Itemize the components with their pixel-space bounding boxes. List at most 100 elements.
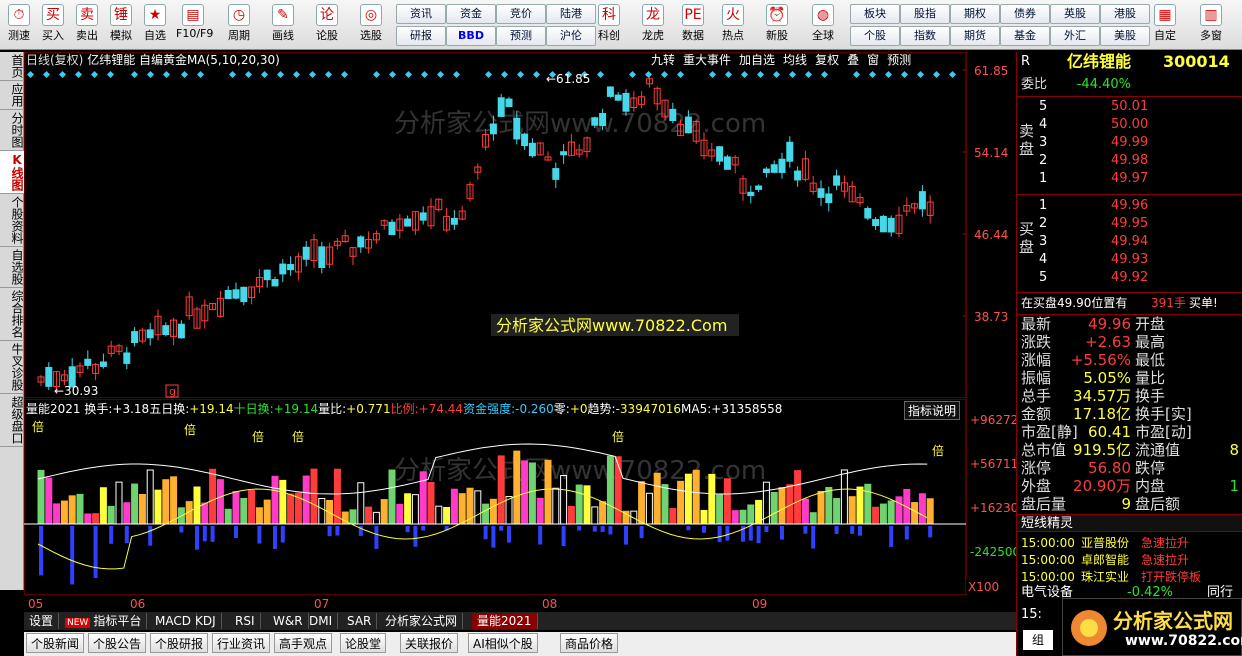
left-tab-4[interactable]: 个股资料 <box>0 194 24 247</box>
left-tab-3[interactable]: K线图 <box>0 151 24 194</box>
toolbar-11[interactable]: 龙龙虎 <box>636 2 670 48</box>
indicator-tab-6[interactable]: DMI <box>304 613 339 629</box>
toolbar-5[interactable]: ▤ F10/F9 <box>176 2 213 48</box>
quick-btn2-5[interactable]: 指数 <box>900 26 950 46</box>
left-tab-5[interactable]: 自选股 <box>0 247 24 288</box>
toolbar-13[interactable]: 火热点 <box>716 2 750 48</box>
toolbar-2[interactable]: 卖卖出 <box>70 2 104 48</box>
indicator-tab-4[interactable]: RSI <box>230 613 261 629</box>
kline-option-7[interactable]: 预测 <box>884 53 915 67</box>
quick-btn2-6[interactable]: 期货 <box>950 26 1000 46</box>
kline-option-2[interactable]: 加自选 <box>736 53 779 67</box>
quick-btn-1[interactable]: 资金 <box>446 4 496 24</box>
left-tab-0[interactable]: 首页 <box>0 52 24 81</box>
toolbar-6[interactable]: ◷ 周期 <box>222 2 256 48</box>
notice-row[interactable]: 在买盘49.90位置有 391手 买单! <box>1017 294 1242 312</box>
quick-btn-5[interactable]: 股指 <box>900 4 950 24</box>
toolbar-3[interactable]: 锤模拟 <box>104 2 138 48</box>
kline-option-6[interactable]: 窗 <box>864 53 883 67</box>
info-tab-7[interactable]: AI相似个股 <box>468 633 538 653</box>
formula-label[interactable]: 自编黄金MA(5,10,20,30) <box>139 53 280 67</box>
left-tab-1[interactable]: 应用 <box>0 81 24 110</box>
info-tab-5[interactable]: 论股堂 <box>340 633 387 653</box>
quick-btn-9[interactable]: 港股 <box>1100 4 1150 24</box>
buy-price: 49.93 <box>1111 252 1149 267</box>
stat-label: 金额 <box>1021 405 1052 423</box>
buy-row[interactable]: 3 49.94 <box>1017 233 1242 251</box>
info-tab-1[interactable]: 个股公告 <box>88 633 147 653</box>
left-tab-2[interactable]: 分时图 <box>0 110 24 151</box>
toolbar-10[interactable]: 科科创 <box>592 2 626 48</box>
quick-btn-2[interactable]: 竞价 <box>496 4 546 24</box>
indicator-panel[interactable]: 分析家公式网www.70822.com倍倍倍倍倍倍+962723+567116+… <box>24 399 1016 595</box>
toolbar-8[interactable]: 论论股 <box>310 2 344 48</box>
sell-row[interactable]: 3 49.99 <box>1017 134 1242 152</box>
toolbar-14[interactable]: ⏰ 新股 <box>760 2 794 48</box>
buy-row[interactable]: 5 49.92 <box>1017 269 1242 287</box>
quick-btn2-0[interactable]: 研报 <box>396 26 446 46</box>
toolbar-15[interactable]: ◍ 全球 <box>806 2 840 48</box>
quick-btn-6[interactable]: 期权 <box>950 4 1000 24</box>
period-label[interactable]: 日线(复权) <box>26 53 83 67</box>
buy-row[interactable]: 1 49.96 <box>1017 197 1242 215</box>
quick-btn-0[interactable]: 资讯 <box>396 4 446 24</box>
quick-btn-3[interactable]: 陆港 <box>546 4 596 24</box>
toolbar-1[interactable]: 买买入 <box>36 2 70 48</box>
indicator-chart[interactable]: 分析家公式网www.70822.com倍倍倍倍倍倍+962723+567116+… <box>24 399 1016 595</box>
toolbar-7[interactable]: ✎ 画线 <box>266 2 300 48</box>
kline-option-4[interactable]: 复权 <box>812 53 843 67</box>
short-item[interactable]: 15:00:00 亚普股份 急速拉升 <box>1017 534 1242 552</box>
quick-btn2-3[interactable]: 沪伦 <box>546 26 596 46</box>
buy-row[interactable]: 4 49.93 <box>1017 251 1242 269</box>
quick-btn2-4[interactable]: 个股 <box>850 26 900 46</box>
left-tab-8[interactable]: 超级盘口 <box>0 394 24 447</box>
g-marker[interactable]: g <box>169 385 176 398</box>
quick-btn2-8[interactable]: 外汇 <box>1050 26 1100 46</box>
left-tab-7[interactable]: 牛叉诊股 <box>0 341 24 394</box>
buy-row[interactable]: 2 49.95 <box>1017 215 1242 233</box>
kline-option-5[interactable]: 叠 <box>844 53 863 67</box>
kline-option-0[interactable]: 九转 <box>648 53 679 67</box>
panel-bottom-button[interactable]: 组 <box>1023 630 1053 650</box>
info-tab-8[interactable]: 商品价格 <box>560 633 619 653</box>
info-tab-3[interactable]: 行业资讯 <box>212 633 271 653</box>
neg-bar <box>491 526 496 548</box>
quick-btn2-7[interactable]: 基金 <box>1000 26 1050 46</box>
left-tab-6[interactable]: 综合排名 <box>0 288 24 341</box>
info-tab-4[interactable]: 高手观点 <box>274 633 333 653</box>
toolbar-4[interactable]: ★ 自选 <box>138 2 172 48</box>
kline-chart[interactable]: 分析家公式网www.70822.com ←61.85 ←30.93 g 分析家公式网ww… <box>24 52 1016 398</box>
sell-row[interactable]: 2 49.98 <box>1017 152 1242 170</box>
info-tab-2[interactable]: 个股研报 <box>150 633 209 653</box>
sell-row[interactable]: 1 49.97 <box>1017 170 1242 188</box>
indicator-tab-9[interactable]: 量能2021 <box>472 613 538 629</box>
toolbar-9[interactable]: ◎ 选股 <box>354 2 388 48</box>
quick-btn-8[interactable]: 英股 <box>1050 4 1100 24</box>
sell-row[interactable]: 4 50.00 <box>1017 116 1242 134</box>
kline-panel[interactable]: 分析家公式网www.70822.com ←61.85 ←30.93 g 分析家公式网ww… <box>24 52 1016 398</box>
toolbar-12[interactable]: PE 数据 <box>676 2 710 48</box>
quick-btn-4[interactable]: 板块 <box>850 4 900 24</box>
short-item[interactable]: 15:00:00 卓郎智能 急速拉升 <box>1017 551 1242 569</box>
info-tab-0[interactable]: 个股新闻 <box>26 633 85 653</box>
indicator-help-button[interactable]: 指标说明 <box>904 401 961 420</box>
toolbar-16[interactable]: ▦ 自定 <box>1148 2 1182 48</box>
kline-option-1[interactable]: 重大事件 <box>680 53 735 67</box>
indicator-tab-8[interactable]: 分析家公式网 <box>380 613 464 629</box>
indicator-tab-0[interactable]: 设置 <box>24 613 60 629</box>
quick-btn-7[interactable]: 债券 <box>1000 4 1050 24</box>
info-tab-6[interactable]: 关联报价 <box>400 633 459 653</box>
short-title-bar[interactable]: 短线精灵 <box>1017 514 1242 532</box>
indicator-tab-7[interactable]: SAR <box>342 613 378 629</box>
sell-row[interactable]: 5 50.01 <box>1017 98 1242 116</box>
indicator-tab-5[interactable]: W&R <box>268 613 309 629</box>
diamond-marker <box>740 70 749 79</box>
quick-btn2-2[interactable]: 预测 <box>496 26 546 46</box>
toolbar-17[interactable]: ▥ 多窗 <box>1194 2 1228 48</box>
indicator-tab-3[interactable]: KDJ <box>190 613 222 629</box>
indicator-tab-1[interactable]: NEW 指标平台 <box>60 613 148 629</box>
quick-btn2-9[interactable]: 美股 <box>1100 26 1150 46</box>
kline-option-3[interactable]: 均线 <box>780 53 811 67</box>
quick-btn2-1[interactable]: BBD <box>446 26 496 46</box>
toolbar-0[interactable]: ⏱ 测速 <box>2 2 36 48</box>
